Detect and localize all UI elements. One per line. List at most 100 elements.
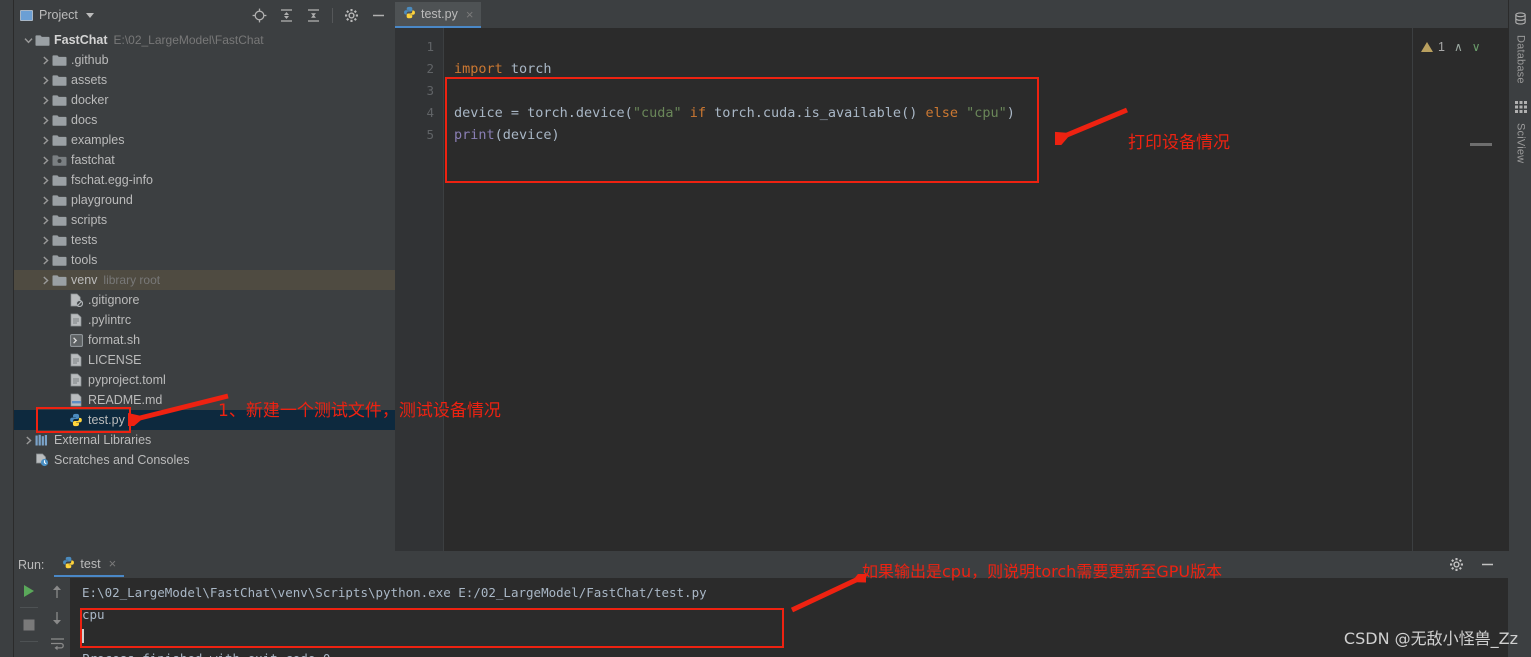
close-icon[interactable]: × — [109, 556, 117, 571]
scroll-up-button[interactable] — [49, 583, 66, 600]
code-token: torch.cuda.is_available() — [706, 105, 926, 121]
tree-row[interactable]: docker — [14, 90, 395, 110]
file-sh-icon — [68, 332, 84, 348]
side-divider — [20, 641, 38, 642]
tree-row-label: tests — [71, 233, 98, 247]
line-number-gutter: 1 2 3 4 5 — [395, 28, 443, 551]
tree-row[interactable]: assets — [14, 70, 395, 90]
tree-row-label: examples — [71, 133, 125, 147]
tree-row[interactable]: tools — [14, 250, 395, 270]
code-editor[interactable]: 1 2 3 4 5 import torch device = torch.device(… — [395, 28, 1508, 551]
project-selector[interactable]: Project — [20, 8, 94, 22]
grid-icon — [1514, 100, 1527, 118]
folder-icon — [51, 112, 67, 128]
run-console-output[interactable]: E:\02_LargeModel\FastChat\venv\Scripts\p… — [70, 578, 1508, 657]
tree-row[interactable]: venv library root — [14, 270, 395, 290]
code-line[interactable] — [444, 80, 1508, 102]
tree-row[interactable]: fschat.egg-info — [14, 170, 395, 190]
inspection-summary[interactable]: 1 ∧ ∨ — [1413, 28, 1508, 54]
code-token: else — [925, 105, 958, 121]
run-tab-test[interactable]: test × — [54, 552, 125, 577]
chevron-right-icon[interactable] — [39, 230, 51, 250]
chevron-right-icon[interactable] — [39, 90, 51, 110]
gear-icon[interactable] — [343, 7, 360, 24]
chevron-right-icon[interactable] — [39, 210, 51, 230]
editor-area: test.py × 1 2 3 4 5 import torch device = tor… — [395, 0, 1508, 551]
chevron-right-icon[interactable] — [39, 190, 51, 210]
project-tree[interactable]: FastChat E:\02_LargeModel\FastChat .github… — [14, 30, 395, 551]
code-content[interactable]: import torch device = torch.device("cuda"… — [444, 28, 1508, 551]
soft-wrap-button[interactable] — [49, 635, 66, 652]
close-icon[interactable]: × — [466, 7, 474, 22]
tree-row[interactable]: examples — [14, 130, 395, 150]
chevron-down-icon[interactable] — [22, 30, 34, 50]
chevron-right-icon[interactable] — [22, 430, 34, 450]
tree-row-label: LICENSE — [88, 353, 142, 367]
minimize-icon[interactable] — [370, 7, 387, 24]
tree-row[interactable]: playground — [14, 190, 395, 210]
file-text-icon — [68, 372, 84, 388]
tree-row[interactable]: scripts — [14, 210, 395, 230]
project-icon — [20, 9, 33, 21]
tree-row-label: venv — [71, 273, 98, 287]
tree-row-label: .pylintrc — [88, 313, 132, 327]
side-divider — [20, 607, 38, 608]
file-md-icon — [68, 392, 84, 408]
dock-label-database: Database — [1514, 35, 1527, 84]
chevron-down-icon[interactable]: ∨ — [1472, 40, 1481, 54]
code-token: (device) — [494, 127, 560, 143]
run-tool-window: Run: test × E:\02_LargeModel\FastChat\ve… — [14, 551, 1508, 657]
expand-all-icon[interactable] — [278, 7, 295, 24]
chevron-right-icon[interactable] — [39, 70, 51, 90]
tree-row[interactable]: format.sh — [14, 330, 395, 350]
stop-button[interactable] — [21, 616, 38, 633]
tree-row[interactable]: External Libraries — [14, 430, 395, 450]
run-panel-header: Run: test × — [14, 551, 1508, 578]
collapse-all-icon[interactable] — [305, 7, 322, 24]
dock-item-sciview[interactable]: SciView — [1509, 100, 1531, 163]
tree-row[interactable]: docs — [14, 110, 395, 130]
chevron-right-icon[interactable] — [39, 270, 51, 290]
rerun-button[interactable] — [21, 582, 38, 599]
tree-row[interactable]: README.md — [14, 390, 395, 410]
tree-row[interactable]: .pylintrc — [14, 310, 395, 330]
chevron-right-icon[interactable] — [39, 110, 51, 130]
chevron-right-icon[interactable] — [39, 50, 51, 70]
tree-row[interactable]: LICENSE — [14, 350, 395, 370]
locate-icon[interactable] — [251, 7, 268, 24]
chevron-right-icon[interactable] — [39, 250, 51, 270]
chevron-up-icon[interactable]: ∧ — [1454, 40, 1463, 54]
folder-icon — [51, 132, 67, 148]
code-token: torch — [502, 61, 552, 77]
chevron-right-icon[interactable] — [39, 150, 51, 170]
right-tool-dock: Database SciView — [1508, 0, 1531, 551]
scrollbar-thumb[interactable] — [1470, 143, 1492, 146]
code-line[interactable] — [444, 36, 1508, 58]
tree-row[interactable]: .gitignore — [14, 290, 395, 310]
tree-row[interactable]: pyproject.toml — [14, 370, 395, 390]
line-number: 5 — [426, 127, 434, 142]
tree-row[interactable]: tests — [14, 230, 395, 250]
code-line[interactable]: print(device) — [444, 124, 1508, 146]
chevron-right-icon[interactable] — [39, 130, 51, 150]
editor-tab-test-py[interactable]: test.py × — [395, 2, 482, 28]
code-line[interactable]: device = torch.device("cuda" if torch.cu… — [444, 102, 1508, 124]
tree-row[interactable]: FastChat E:\02_LargeModel\FastChat — [14, 30, 395, 50]
tree-row[interactable]: fastchat — [14, 150, 395, 170]
tree-row[interactable]: test.py — [14, 410, 395, 430]
console-line: cpu — [82, 607, 105, 622]
dock-item-database[interactable]: Database — [1509, 12, 1531, 84]
code-line[interactable]: import torch — [444, 58, 1508, 80]
root-icon — [34, 32, 50, 48]
tree-row[interactable]: Scratches and Consoles — [14, 450, 395, 470]
file-text-icon — [68, 352, 84, 368]
chevron-right-icon[interactable] — [39, 170, 51, 190]
minimize-icon[interactable] — [1479, 556, 1496, 573]
chevron-down-icon[interactable] — [85, 12, 94, 18]
gear-icon[interactable] — [1448, 556, 1465, 573]
tree-row[interactable]: .github — [14, 50, 395, 70]
scroll-down-button[interactable] — [49, 609, 66, 626]
code-token: if — [689, 105, 706, 121]
